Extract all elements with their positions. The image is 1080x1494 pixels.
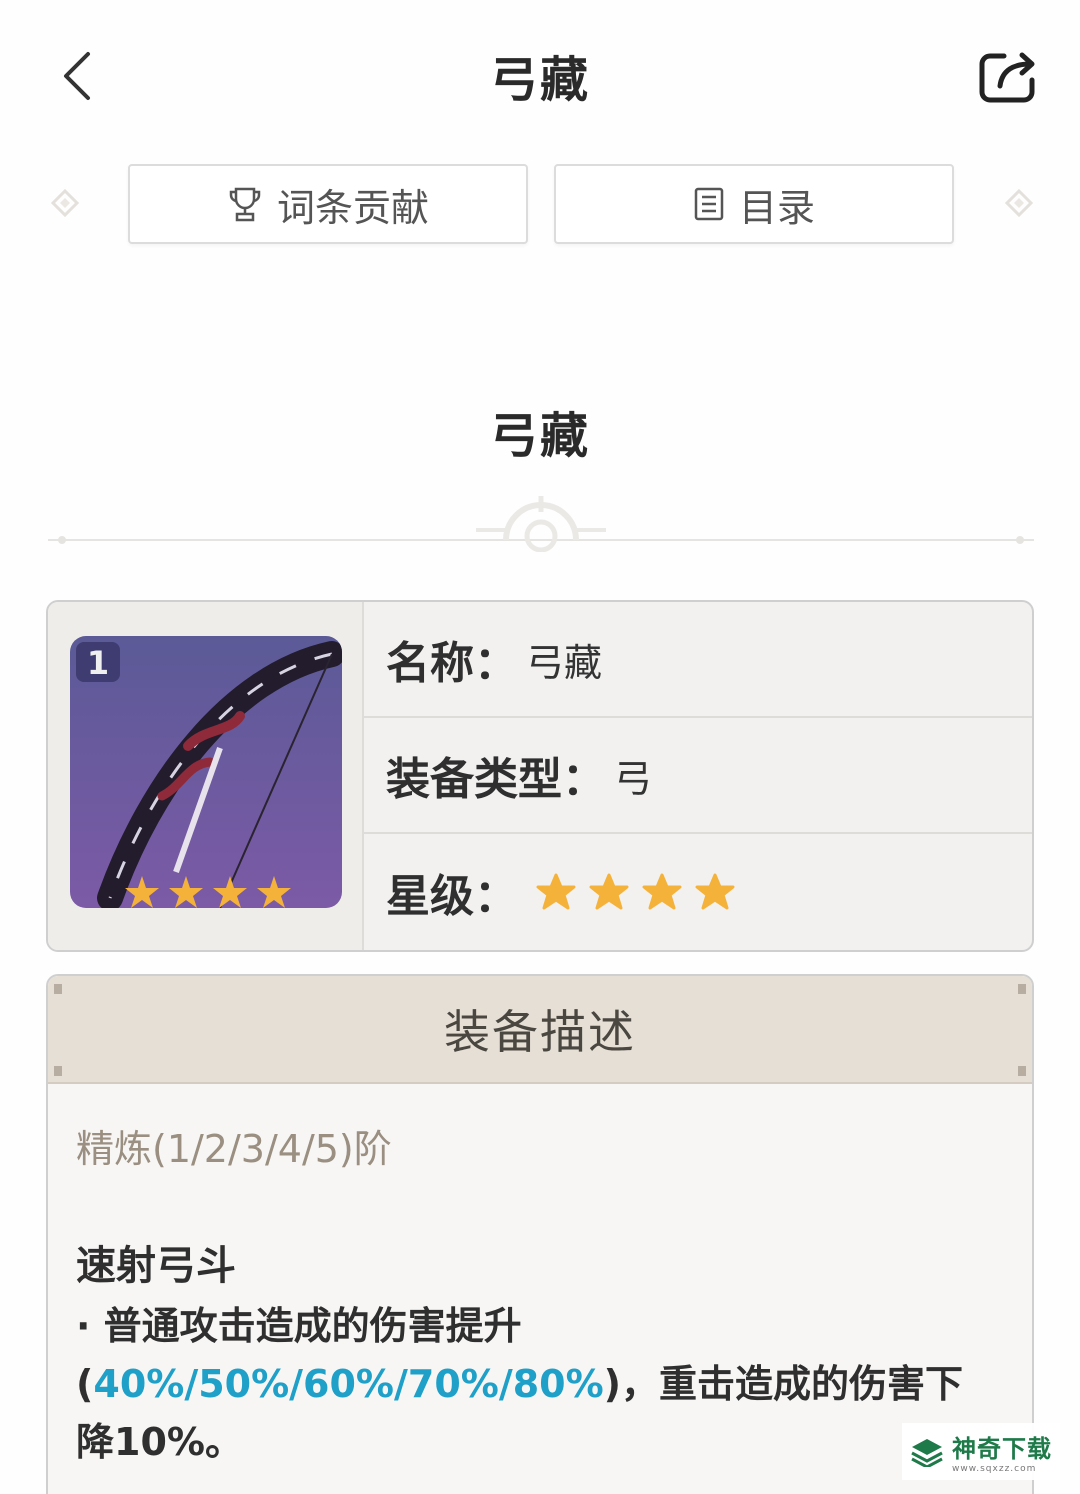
watermark: 神奇下载 www.sqxzz.com (902, 1423, 1060, 1480)
star-icon (589, 873, 629, 910)
type-row: 装备类型： 弓 (364, 718, 1032, 834)
name-label: 名称： (386, 638, 518, 689)
ornament-divider (48, 496, 1034, 552)
tab-contribution-label: 词条贡献 (276, 185, 429, 230)
description-header-label: 装备描述 (444, 1005, 636, 1059)
star-icon (536, 873, 576, 910)
weapon-thumbnail: 1 (70, 636, 342, 908)
skill-name: 速射弓斗 (76, 1243, 236, 1289)
svg-text:1: 1 (87, 644, 109, 682)
name-row: 名称： 弓藏 (364, 602, 1032, 718)
watermark-logo-icon (911, 1438, 943, 1467)
tab-contribution[interactable]: 词条贡献 (128, 164, 528, 244)
description-header: 装备描述 (48, 976, 1032, 1084)
weapon-detail-page: 弓藏 词条贡献 目录 弓藏 1 名称： 弓藏 装备类型： 弓 星级： 装备描述 … (0, 0, 1080, 1494)
page-title: 弓藏 (489, 52, 590, 108)
rarity-label: 星级： (386, 871, 518, 922)
diamond-ornament-icon (1004, 188, 1034, 218)
tab-catalog-label: 目录 (738, 185, 815, 230)
trophy-icon (227, 185, 263, 223)
star-icon (695, 873, 735, 910)
weapon-info-card: 1 名称： 弓藏 装备类型： 弓 星级： (46, 600, 1034, 952)
name-value: 弓藏 (526, 640, 603, 685)
watermark-sub: www.sqxzz.com (952, 1464, 1037, 1474)
rarity-stars (536, 872, 748, 912)
rarity-row: 星级： (364, 834, 1032, 950)
type-value: 弓 (614, 756, 653, 801)
share-icon (979, 52, 1035, 103)
description-panel: 装备描述 精炼(1/2/3/4/5)阶 速射弓斗 · 普通攻击造成的伤害提升(4… (46, 974, 1034, 1494)
diamond-ornament-icon (50, 188, 80, 218)
tab-catalog[interactable]: 目录 (554, 164, 954, 244)
share-button[interactable] (976, 46, 1040, 106)
watermark-main: 神奇下载 (952, 1435, 1052, 1463)
type-label: 装备类型： (386, 754, 606, 805)
section-title: 弓藏 (489, 408, 590, 464)
thumbnail-cell: 1 (48, 602, 364, 950)
skill-highlight: 40%/50%/60%/70%/80% (93, 1362, 604, 1406)
skill-description: · 普通攻击造成的伤害提升(40%/50%/60%/70%/80%)，重击造成的… (76, 1304, 964, 1464)
star-icon (642, 873, 682, 910)
refine-text: 精炼(1/2/3/4/5)阶 (76, 1127, 392, 1171)
list-icon (693, 186, 725, 222)
